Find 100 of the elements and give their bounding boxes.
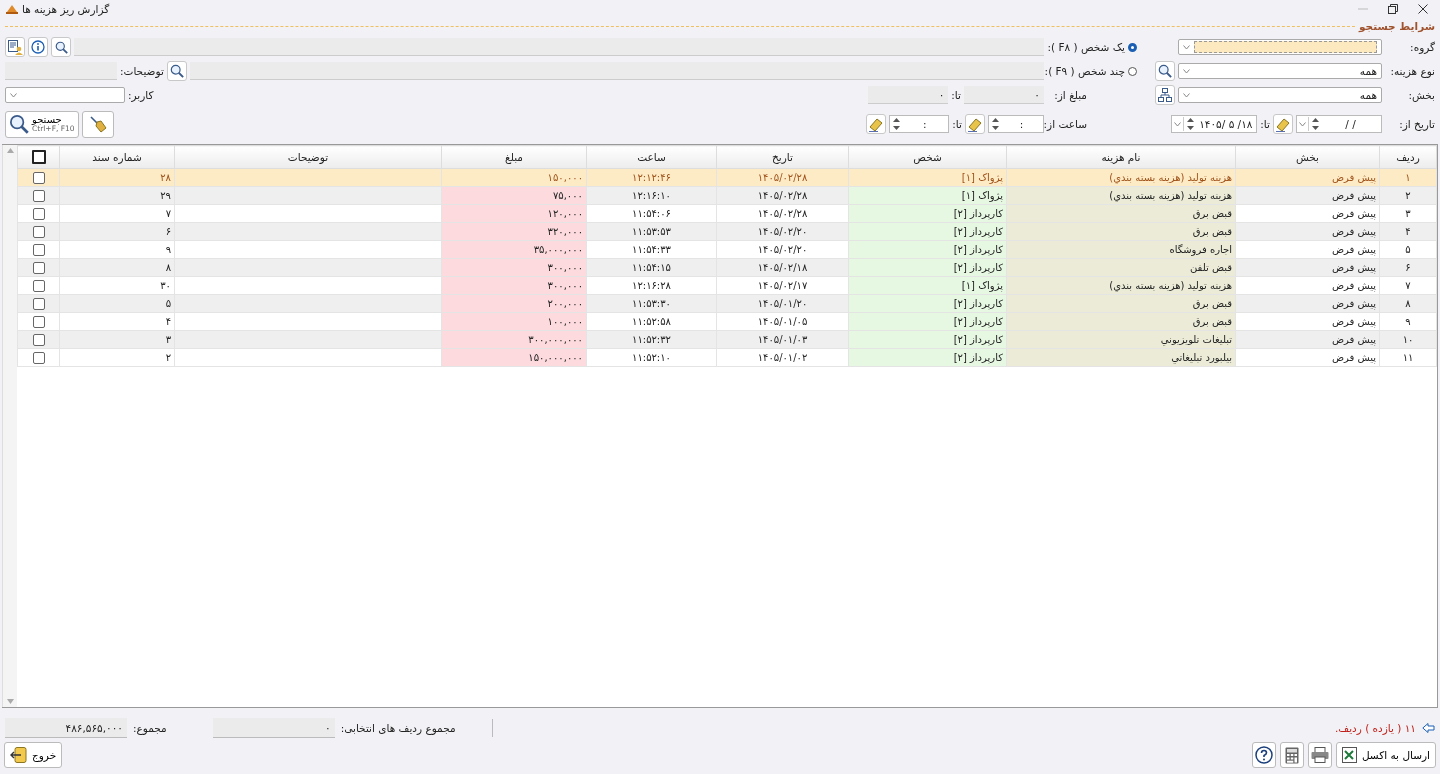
search-button[interactable] bbox=[166, 61, 187, 81]
table-row[interactable]: ۹ پیش فرض قبض برق کارپرداز [۲] ۱۴۰۵/۰۱/۰۵ ۱۱:۵۲:۵۸ ۱۰۰,۰۰۰ ۴ bbox=[17, 312, 1437, 331]
row-checkbox[interactable] bbox=[32, 243, 45, 256]
table-row[interactable]: ۴ پیش فرض قبض برق کارپرداز [۲] ۱۴۰۵/۰۲/۲۰ ۱۱:۵۳:۵۳ ۳۲۰,۰۰۰ ۶ bbox=[17, 222, 1437, 241]
print-button[interactable] bbox=[1307, 742, 1332, 768]
search-button[interactable] bbox=[1155, 61, 1175, 81]
printer-icon bbox=[1310, 747, 1329, 763]
column-header[interactable]: تاریخ bbox=[716, 145, 849, 169]
table-cell: ۷ bbox=[59, 204, 175, 223]
help-icon bbox=[1254, 746, 1273, 764]
date-to-field[interactable]: ۱۴۰۵/ ۵ /۱۸ bbox=[1171, 115, 1258, 133]
spreadsheet-icon bbox=[1341, 747, 1357, 763]
table-cell: پیش فرض bbox=[1235, 240, 1380, 259]
spin-arrows-icon[interactable] bbox=[991, 116, 1000, 132]
table-cell: ۱۱ bbox=[1379, 348, 1437, 367]
amount-to-field[interactable]: ۰ bbox=[868, 86, 949, 104]
column-header[interactable]: ساعت bbox=[586, 145, 717, 169]
row-checkbox[interactable] bbox=[32, 315, 45, 328]
row-checkbox[interactable] bbox=[32, 171, 45, 184]
field-label: نوع هزینه: bbox=[1389, 65, 1435, 77]
table-row[interactable]: ۷ پیش فرض هزینه تولید (هزینه بسته بندي) پژواک [۱] ۱۴۰۵/۰۲/۱۷ ۱۲:۱۶:۲۸ ۳۰۰,۰۰۰ ۳۰ bbox=[17, 276, 1437, 295]
table-cell: ۴ bbox=[59, 312, 175, 331]
select-all-checkbox[interactable] bbox=[31, 150, 46, 164]
close-icon[interactable] bbox=[1418, 4, 1428, 14]
table-row[interactable]: ۱۱ پیش فرض بیلبورد تبلیغاتي کارپرداز [۲] ۱۴۰۵/۰۱/۰۲ ۱۱:۵۲:۱۰ ۱۵۰,۰۰۰,۰۰۰ ۲ bbox=[17, 348, 1437, 367]
row-checkbox[interactable] bbox=[32, 189, 45, 202]
description-field[interactable] bbox=[5, 62, 117, 80]
row-checkbox[interactable] bbox=[32, 225, 45, 238]
row-checkbox[interactable] bbox=[32, 351, 45, 364]
table-row[interactable]: ۳ پیش فرض قبض برق کارپرداز [۲] ۱۴۰۵/۰۲/۲۸ ۱۱:۵۴:۰۶ ۱۲۰,۰۰۰ ۷ bbox=[17, 204, 1437, 223]
report-button[interactable] bbox=[5, 37, 25, 57]
column-header[interactable]: شماره سند bbox=[59, 145, 175, 169]
report-user-icon bbox=[7, 39, 23, 55]
table-cell: پیش فرض bbox=[1235, 348, 1380, 367]
search-icon bbox=[9, 114, 29, 134]
info-icon bbox=[31, 40, 45, 54]
column-header[interactable]: مبلغ bbox=[441, 145, 587, 169]
table-cell: ۱۴۰۵/۰۱/۰۲ bbox=[716, 348, 849, 367]
exit-button[interactable]: خروج bbox=[4, 742, 63, 768]
restore-icon[interactable] bbox=[1388, 4, 1398, 14]
group-dropdown[interactable] bbox=[1178, 39, 1382, 55]
radio-indicator[interactable] bbox=[1128, 66, 1137, 76]
eraser-button[interactable] bbox=[866, 114, 887, 134]
table-cell: ۳۰ bbox=[59, 276, 175, 295]
spin-arrows-icon[interactable] bbox=[892, 116, 902, 132]
row-checkbox[interactable] bbox=[32, 297, 45, 310]
table-cell: ۳ bbox=[1379, 204, 1437, 223]
time-to-field[interactable]: : bbox=[889, 115, 950, 133]
help-button[interactable] bbox=[1251, 742, 1276, 768]
person-mode-radio[interactable]: یک شخص ( F۸ ): bbox=[1047, 41, 1137, 53]
table-cell: پیش فرض bbox=[1235, 276, 1380, 295]
expense-type-dropdown[interactable]: همه bbox=[1178, 63, 1382, 79]
row-checkbox[interactable] bbox=[32, 261, 45, 274]
column-header[interactable]: ردیف bbox=[1379, 145, 1437, 169]
table-row[interactable]: ۵ پیش فرض اجاره فروشگاه کارپرداز [۲] ۱۴۰۵/۰۲/۲۰ ۱۱:۵۴:۳۳ ۳۵,۰۰۰,۰۰۰ ۹ bbox=[17, 240, 1437, 259]
tree-button[interactable] bbox=[1155, 85, 1175, 105]
person-field[interactable] bbox=[74, 38, 1044, 56]
export-excel-button[interactable]: ارسال به اکسل bbox=[1335, 742, 1436, 768]
person-mode-radio[interactable]: چند شخص ( F۹ ): bbox=[1047, 65, 1137, 77]
column-header[interactable]: نام هزینه bbox=[1006, 145, 1236, 169]
table-row[interactable]: ۲ پیش فرض هزینه تولید (هزینه بسته بندي) پژواک [۱] ۱۴۰۵/۰۲/۲۸ ۱۲:۱۶:۱۰ ۷۵,۰۰۰ ۲۹ bbox=[17, 186, 1437, 205]
row-count: ۱۱ ( یازده ) ردیف. bbox=[1334, 722, 1416, 734]
caret-icon bbox=[1183, 44, 1190, 50]
field-label: تا: bbox=[1260, 118, 1270, 130]
arrow-left-icon bbox=[1422, 723, 1435, 733]
search-button[interactable] bbox=[51, 37, 71, 57]
radio-indicator[interactable] bbox=[1128, 42, 1137, 52]
amount-from-field[interactable]: ۰ bbox=[964, 86, 1044, 104]
section-title: شرایط جستجو bbox=[1359, 20, 1435, 32]
field-label: تا: bbox=[952, 118, 962, 130]
caret-icon bbox=[1174, 121, 1182, 127]
row-checkbox[interactable] bbox=[32, 279, 45, 292]
info-button[interactable] bbox=[28, 37, 48, 57]
table-row[interactable]: ۶ پیش فرض قبض تلفن کارپرداز [۲] ۱۴۰۵/۰۲/۱۸ ۱۱:۵۴:۱۵ ۳۰۰,۰۰۰ ۸ bbox=[17, 258, 1437, 277]
date-from-field[interactable]: / / bbox=[1296, 115, 1382, 133]
section-dropdown[interactable]: همه bbox=[1178, 87, 1382, 103]
row-checkbox[interactable] bbox=[32, 333, 45, 346]
calculator-button[interactable] bbox=[1279, 742, 1304, 768]
total-sum-field: ۴۸۶,۵۶۵,۰۰۰ bbox=[5, 718, 127, 738]
spin-arrows-icon[interactable] bbox=[1186, 116, 1196, 132]
time-from-field[interactable]: : bbox=[988, 115, 1044, 133]
column-header[interactable]: بخش bbox=[1235, 145, 1380, 169]
table-cell: ۱۴۰۵/۰۲/۲۸ bbox=[716, 204, 849, 223]
clear-button[interactable] bbox=[81, 110, 114, 138]
table-cell: ۱۴۰۵/۰۲/۲۰ bbox=[716, 240, 849, 259]
column-header[interactable]: شخص bbox=[848, 145, 1007, 169]
table-cell: پیش فرض bbox=[1235, 204, 1380, 223]
column-header[interactable]: توضیحات bbox=[174, 145, 442, 169]
spin-arrows-icon[interactable] bbox=[1311, 116, 1320, 132]
table-row[interactable]: ۱۰ پیش فرض تبلیغات تلویزیوني کارپرداز [۲] ۱۴۰۵/۰۱/۰۳ ۱۱:۵۲:۳۲ ۳۰۰,۰۰۰,۰۰۰ ۳ bbox=[17, 330, 1437, 349]
persons-field[interactable] bbox=[189, 62, 1044, 80]
caret-icon bbox=[10, 92, 17, 98]
calculator-icon bbox=[1284, 746, 1299, 764]
table-row[interactable]: ۱ پیش فرض هزینه تولید (هزینه بسته بندي) پژواک [۱] ۱۴۰۵/۰۲/۲۸ ۱۲:۱۲:۴۶ ۱۵۰,۰۰۰ ۲۸ bbox=[17, 168, 1437, 187]
field-label: گروه: bbox=[1409, 41, 1435, 53]
eraser-button[interactable] bbox=[965, 114, 985, 134]
eraser-button[interactable] bbox=[1273, 114, 1293, 134]
table-row[interactable]: ۸ پیش فرض قبض برق کارپرداز [۲] ۱۴۰۵/۰۱/۲۰ ۱۱:۵۳:۳۰ ۲۰۰,۰۰۰ ۵ bbox=[17, 294, 1437, 313]
row-checkbox[interactable] bbox=[32, 207, 45, 220]
table-cell: پیش فرض bbox=[1235, 312, 1380, 331]
